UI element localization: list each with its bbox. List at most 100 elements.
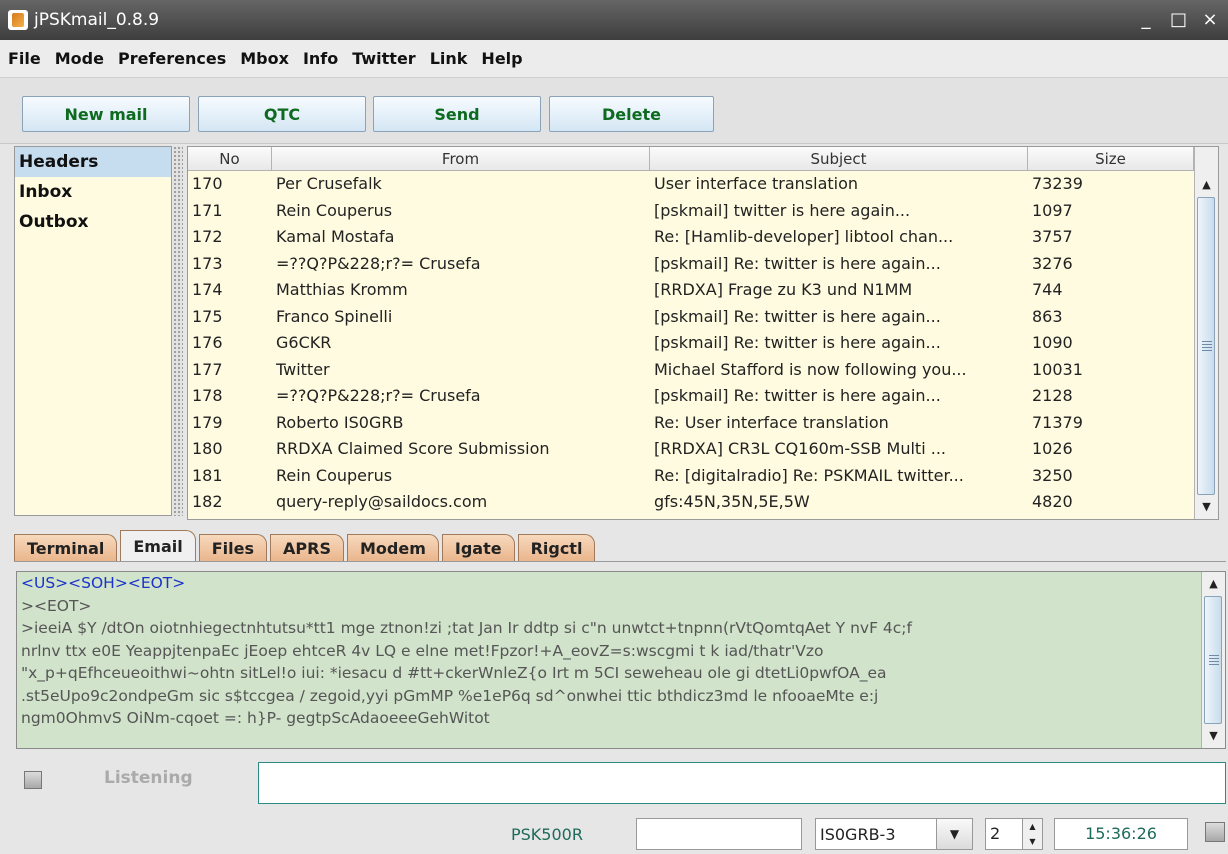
spinner-field[interactable]: 2 ▲ ▼ <box>985 818 1043 850</box>
tab-aprs[interactable]: APRS <box>270 534 344 562</box>
tab-rigctl[interactable]: Rigctl <box>517 534 596 562</box>
cell-subject: [pskmail] Re: twitter is here again... <box>654 253 941 273</box>
cell-no: 173 <box>192 253 223 273</box>
scroll-thumb[interactable] <box>1197 197 1215 495</box>
callsign-select[interactable]: IS0GRB-3 ▼ <box>815 818 973 850</box>
scroll-up-arrow-icon[interactable]: ▲ <box>1195 175 1218 195</box>
table-row[interactable]: 177 Twitter Michael Stafford is now follow… <box>188 357 1194 384</box>
split-pane-divider[interactable] <box>173 146 183 516</box>
cell-no: 170 <box>192 174 223 193</box>
cell-subject: [pskmail] Re: twitter is here again... <box>654 306 941 326</box>
terminal-line: ngm0OhmvS OiNm-cqoet =: h}P- gegtpScAdao… <box>21 709 490 727</box>
table-row[interactable]: 173 =??Q?P&228;r?= Crusefa [pskmail] Re: t… <box>188 251 1194 278</box>
command-input[interactable] <box>258 762 1226 804</box>
scroll-up-arrow-icon[interactable]: ▲ <box>1202 574 1225 594</box>
cell-size: 4820 <box>1032 492 1073 511</box>
cell-size: 2128 <box>1032 386 1073 405</box>
cell-size: 1097 <box>1032 200 1073 220</box>
cell-no: 182 <box>192 492 223 511</box>
cell-no: 177 <box>192 359 223 379</box>
terminal-line: >ieeiA $Y /dtOn oiotnhiegectnhtutsu*tt1 … <box>21 619 912 637</box>
table-row[interactable]: 179 Roberto IS0GRB Re: User interface tran… <box>188 410 1194 437</box>
qtc-button[interactable]: QTC <box>198 96 366 132</box>
table-row[interactable]: 175 Franco Spinelli [pskmail] Re: twitter … <box>188 304 1194 331</box>
cell-size: 73239 <box>1032 174 1083 193</box>
cell-from: =??Q?P&228;r?= Crusefa <box>276 253 481 273</box>
scroll-down-arrow-icon[interactable]: ▼ <box>1202 726 1225 746</box>
cell-no: 172 <box>192 227 223 246</box>
close-icon[interactable]: × <box>1202 9 1218 30</box>
menu-mode[interactable]: Mode <box>55 49 104 68</box>
tab-modem[interactable]: Modem <box>346 534 439 562</box>
menu-mbox[interactable]: Mbox <box>240 49 289 68</box>
email-text-area[interactable]: <US><SOH><EOT> ><EOT> >ieeiA $Y /dtOn oiot… <box>16 571 1226 749</box>
tab-terminal[interactable]: Terminal <box>14 534 118 562</box>
scroll-thumb[interactable] <box>1204 596 1222 724</box>
chevron-down-icon[interactable]: ▼ <box>936 819 972 849</box>
column-header-no[interactable]: No <box>188 147 272 171</box>
cell-size: 1026 <box>1032 439 1073 458</box>
table-row[interactable]: 180 RRDXA Claimed Score Submission [RRDXA]… <box>188 436 1194 463</box>
cell-size: 863 <box>1032 306 1063 326</box>
table-row[interactable]: 182 query-reply@saildocs.com gfs:45N,35N,5… <box>188 489 1194 516</box>
minimize-icon[interactable]: _ <box>1138 9 1154 30</box>
cell-no: 181 <box>192 465 223 485</box>
listening-indicator[interactable] <box>24 771 42 789</box>
cell-from: Roberto IS0GRB <box>276 412 404 432</box>
cell-size: 3757 <box>1032 227 1073 246</box>
status-indicator[interactable] <box>1205 822 1225 842</box>
column-header-size[interactable]: Size <box>1028 147 1194 171</box>
scroll-down-arrow-icon[interactable]: ▼ <box>1195 497 1218 517</box>
menu-preferences[interactable]: Preferences <box>118 49 226 68</box>
text-scrollbar[interactable]: ▲ ▼ <box>1201 572 1225 748</box>
tab-igate[interactable]: Igate <box>441 534 515 562</box>
mode-label: PSK500R <box>511 825 583 844</box>
grip-icon <box>1202 341 1212 351</box>
cell-subject: [pskmail] Re: twitter is here again... <box>654 386 941 405</box>
menu-twitter[interactable]: Twitter <box>352 49 415 68</box>
menu-info[interactable]: Info <box>303 49 338 68</box>
title-bar: jPSKmail_0.8.9 _ □ × <box>0 0 1228 40</box>
table-row[interactable]: 170 Per Crusefalk User interface translati… <box>188 171 1194 198</box>
cell-from: Franco Spinelli <box>276 306 393 326</box>
menu-file[interactable]: File <box>8 49 41 68</box>
new-mail-button[interactable]: New mail <box>22 96 190 132</box>
terminal-line: <US><SOH><EOT> <box>21 574 186 592</box>
cell-no: 174 <box>192 280 223 299</box>
tab-files[interactable]: Files <box>198 534 268 562</box>
table-row[interactable]: 176 G6CKR [pskmail] Re: twitter is here ag… <box>188 330 1194 357</box>
maximize-icon[interactable]: □ <box>1170 9 1187 30</box>
table-row[interactable]: 181 Rein Couperus Re: [digitalradio] Re: P… <box>188 463 1194 490</box>
terminal-line: "x_p+qEfhceueoithwi~ohtn sitLel!o iui: *… <box>21 664 887 682</box>
window-title: jPSKmail_0.8.9 <box>34 10 160 30</box>
column-header-subject[interactable]: Subject <box>650 147 1028 171</box>
cell-subject: Michael Stafford is now following you... <box>654 359 967 379</box>
menu-link[interactable]: Link <box>430 49 468 68</box>
cell-subject: [RRDXA] CR3L CQ160m-SSB Multi ... <box>654 439 946 458</box>
delete-button[interactable]: Delete <box>549 96 714 132</box>
menu-help[interactable]: Help <box>481 49 522 68</box>
table-row[interactable]: 178 =??Q?P&228;r?= Crusefa [pskmail] Re: t… <box>188 383 1194 410</box>
table-scrollbar[interactable]: ▲ ▼ <box>1194 147 1218 519</box>
tab-email[interactable]: Email <box>120 530 196 562</box>
send-button[interactable]: Send <box>373 96 541 132</box>
tab-divider <box>14 561 1226 562</box>
cell-no: 178 <box>192 386 223 405</box>
table-row[interactable]: 171 Rein Couperus [pskmail] twitter is her… <box>188 198 1194 225</box>
cell-from: Rein Couperus <box>276 200 393 220</box>
cell-no: 171 <box>192 200 223 220</box>
folder-outbox[interactable]: Outbox <box>15 207 171 237</box>
cell-subject: Re: User interface translation <box>654 412 889 432</box>
cell-size: 71379 <box>1032 412 1083 432</box>
table-row[interactable]: 174 Matthias Kromm [RRDXA] Frage zu K3 und… <box>188 277 1194 304</box>
cell-subject: [pskmail] twitter is here again... <box>654 200 911 220</box>
column-header-from[interactable]: From <box>272 147 650 171</box>
folder-inbox[interactable]: Inbox <box>15 177 171 207</box>
folder-headers[interactable]: Headers <box>15 147 171 177</box>
cell-no: 175 <box>192 306 223 326</box>
spinner-arrows-icon[interactable]: ▲ ▼ <box>1022 819 1042 849</box>
table-row[interactable]: 172 Kamal Mostafa Re: [Hamlib-developer] l… <box>188 224 1194 251</box>
menu-bar: File Mode Preferences Mbox Info Twitter … <box>0 40 1228 78</box>
window-controls: _ □ × <box>1138 9 1218 30</box>
status-field[interactable] <box>636 818 802 850</box>
